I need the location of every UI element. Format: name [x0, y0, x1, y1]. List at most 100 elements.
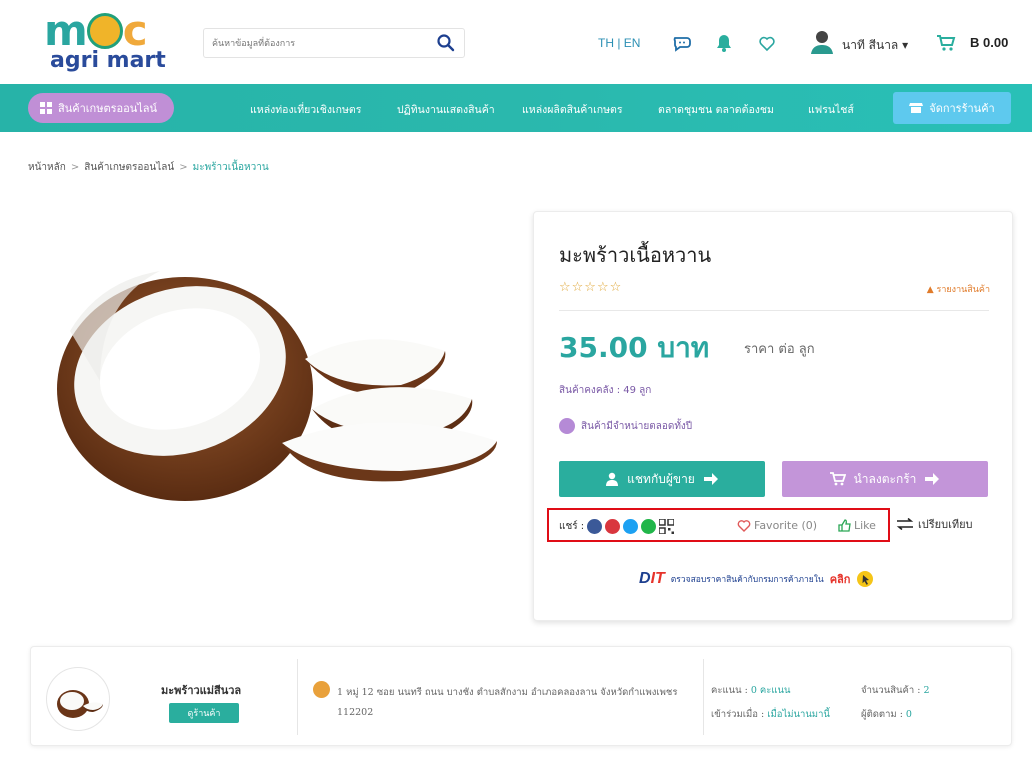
manage-shop-label: จัดการร้านค้า	[929, 102, 995, 115]
breadcrumb: หน้าหลัก > สินค้าเกษตรออนไลน์ > มะพร้าวเนื้อ…	[28, 160, 269, 175]
logo-subtitle: agri mart	[50, 48, 166, 73]
line-icon[interactable]	[641, 519, 657, 534]
dit-logo-d: D	[639, 570, 651, 587]
divider	[559, 310, 989, 311]
dit-logo: DIT	[639, 570, 665, 588]
compare-label: เปรียบเทียบ	[918, 518, 973, 531]
arrow-right-icon	[925, 473, 940, 485]
cart-icon[interactable]	[936, 34, 956, 52]
user-icon	[606, 472, 619, 486]
stock-label: สินค้าคงคลัง :	[559, 385, 624, 396]
pinterest-icon[interactable]	[605, 519, 621, 534]
share-label: แชร์ :	[559, 521, 585, 532]
location-pin-icon	[313, 681, 330, 698]
arrow-right-icon	[703, 473, 718, 485]
product-info-card: มะพร้าวเนื้อหวาน ☆☆☆☆☆ ▲ รายงานสินค้า 35…	[533, 211, 1013, 621]
cart-icon	[829, 472, 846, 486]
seller-score-label: คะแนน :	[711, 685, 751, 696]
availability-text: สินค้ามีจำหน่ายตลอดทั้งปี	[581, 420, 693, 432]
availability-note: สินค้ามีจำหน่ายตลอดทั้งปี	[559, 418, 692, 434]
chat-with-seller-button[interactable]: แชทกับผู้ขาย	[559, 461, 765, 497]
compare-arrows-icon	[896, 518, 914, 530]
cart-button-label: นำลงตะกร้า	[853, 471, 917, 486]
qr-code-icon[interactable]	[659, 519, 675, 534]
stock-info: สินค้าคงคลัง : 49 ลูก	[559, 383, 651, 398]
product-price: 35.00 บาท	[559, 331, 710, 364]
main-nav: สินค้าเกษตรออนไลน์ แหล่งท่องเที่ยวเชิงเก…	[0, 84, 1032, 132]
dit-text: ตรวจสอบราคาสินค้ากับกรมการค้าภายใน	[670, 575, 824, 585]
seller-followers: ผู้ติดตาม : 0	[861, 707, 912, 722]
site-logo[interactable]: mc agri mart	[40, 6, 190, 78]
pointer-click-icon	[857, 571, 874, 587]
seller-joined: เข้าร่วมเมื่อ : เมื่อไม่นานมานี้	[711, 707, 830, 722]
report-product-label: รายงานสินค้า	[936, 285, 990, 295]
like-button[interactable]: Like	[838, 519, 876, 532]
followers-label: ผู้ติดตาม :	[861, 709, 906, 720]
view-shop-button[interactable]: ดูร้านค้า	[169, 703, 239, 723]
language-switcher[interactable]: TH | EN	[598, 36, 640, 50]
share-favorite-like-bar: แชร์ : Favorite (0) Like	[547, 508, 890, 542]
seller-score: คะแนน : 0 คะแนน	[711, 683, 790, 698]
search-input[interactable]	[212, 34, 422, 54]
bell-icon[interactable]	[713, 32, 735, 54]
seller-product-count: จำนวนสินค้า : 2	[861, 683, 930, 698]
product-count-label: จำนวนสินค้า :	[861, 685, 924, 696]
heart-icon[interactable]	[756, 32, 778, 54]
seller-address: 1 หมู่ 12 ซอย นนทรี ถนน บางชัง ตำบลสักงา…	[337, 687, 678, 718]
favorite-label: Favorite (0)	[754, 519, 818, 532]
nav-item-franchise[interactable]: แฟรนไชส์	[808, 101, 854, 118]
product-image[interactable]	[30, 211, 520, 511]
compare-button[interactable]: เปรียบเทียบ	[896, 515, 973, 533]
report-product-link[interactable]: ▲ รายงานสินค้า	[927, 282, 990, 296]
seller-score-value: 0 คะแนน	[750, 685, 791, 696]
dit-price-check-banner[interactable]: DIT ตรวจสอบราคาสินค้ากับกรมการค้าภายใน ค…	[639, 570, 874, 588]
grid-icon	[40, 102, 52, 114]
facebook-icon[interactable]	[587, 519, 603, 534]
breadcrumb-category[interactable]: สินค้าเกษตรออนไลน์	[84, 162, 174, 173]
nav-category-label: สินค้าเกษตรออนไลน์	[58, 102, 158, 115]
search-box	[203, 28, 465, 58]
breadcrumb-home[interactable]: หน้าหลัก	[28, 162, 66, 173]
search-icon[interactable]	[436, 33, 456, 53]
breadcrumb-current: มะพร้าวเนื้อหวาน	[192, 162, 269, 173]
calendar-icon	[559, 418, 575, 434]
rating-stars[interactable]: ☆☆☆☆☆	[559, 280, 622, 295]
seller-card: มะพร้าวแม่สีนวล ดูร้านค้า 1 หมู่ 12 ซอย …	[30, 646, 1012, 746]
divider	[703, 659, 704, 735]
divider	[297, 659, 298, 735]
nav-item-agri-sources[interactable]: แหล่งผลิตสินค้าเกษตร	[522, 101, 623, 118]
coconut-thumbnail	[57, 690, 103, 718]
warning-icon: ▲	[926, 285, 937, 295]
add-to-cart-button[interactable]: นำลงตะกร้า	[782, 461, 988, 497]
seller-avatar[interactable]	[46, 667, 110, 731]
store-icon	[909, 103, 924, 113]
thumbs-up-icon	[838, 519, 851, 532]
stock-value: 49 ลูก	[623, 385, 652, 396]
chat-button-label: แชทกับผู้ขาย	[627, 471, 695, 486]
breadcrumb-separator: >	[70, 162, 80, 173]
favorite-button[interactable]: Favorite (0)	[737, 519, 817, 532]
share-group: แชร์ :	[559, 519, 675, 534]
twitter-icon[interactable]	[623, 519, 639, 534]
nav-item-exhibition-calendar[interactable]: ปฏิทินงานแสดงสินค้า	[397, 101, 495, 118]
logo-emblem-icon	[86, 13, 123, 49]
breadcrumb-separator: >	[179, 162, 188, 173]
price-unit: ราคา ต่อ ลูก	[744, 342, 815, 357]
chat-icon[interactable]	[672, 32, 694, 54]
cart-total[interactable]: B 0.00	[970, 35, 1008, 50]
product-count-value: 2	[923, 685, 930, 696]
user-avatar-icon[interactable]	[808, 28, 836, 56]
joined-value: เมื่อไม่นานมานี้	[767, 709, 830, 720]
top-header: mc agri mart TH | EN นาที สีนาล ▾ B 0.00	[0, 0, 1032, 84]
nav-category-button[interactable]: สินค้าเกษตรออนไลน์	[28, 93, 174, 123]
manage-shop-button[interactable]: จัดการร้านค้า	[893, 92, 1011, 124]
product-title: มะพร้าวเนื้อหวาน	[559, 243, 712, 267]
nav-item-community-market[interactable]: ตลาดชุมชน ตลาดต้องชม	[658, 101, 774, 118]
joined-label: เข้าร่วมเมื่อ :	[711, 709, 768, 720]
nav-item-agri-tourism[interactable]: แหล่งท่องเที่ยวเชิงเกษตร	[250, 101, 361, 118]
like-label: Like	[854, 519, 876, 532]
dit-click-link[interactable]: คลิก	[830, 570, 851, 588]
seller-name[interactable]: มะพร้าวแม่สีนวล	[161, 681, 241, 699]
user-menu[interactable]: นาที สีนาล ▾	[842, 36, 908, 55]
followers-value: 0	[905, 709, 912, 720]
